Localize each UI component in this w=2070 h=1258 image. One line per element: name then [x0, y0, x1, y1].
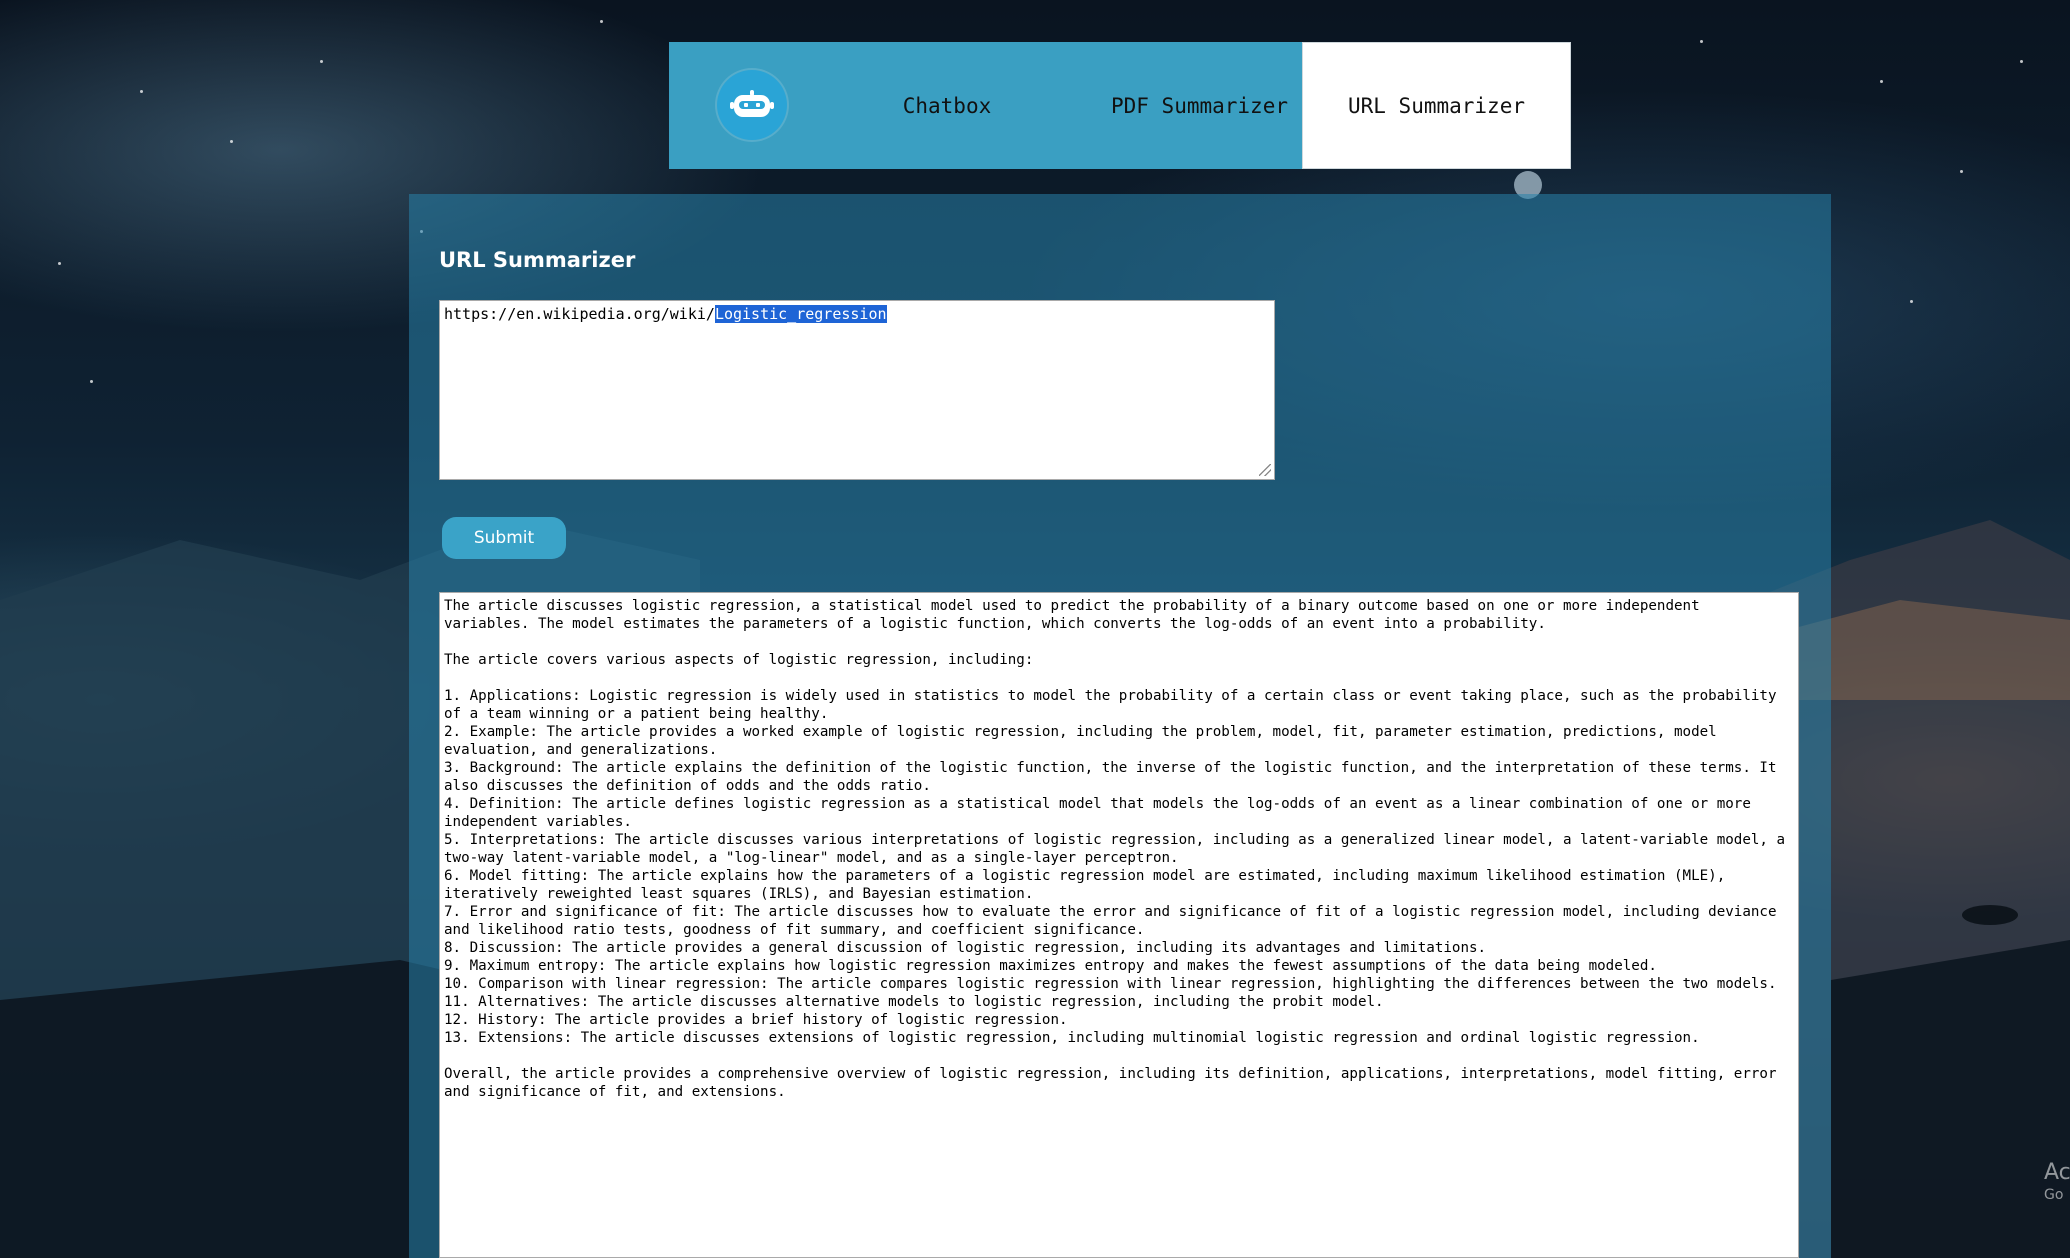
star	[140, 90, 143, 93]
star	[1700, 40, 1703, 43]
star	[230, 140, 233, 143]
url-summarizer-panel: URL Summarizer https://en.wikipedia.org/…	[409, 194, 1831, 1258]
tab-chatbox[interactable]: Chatbox	[857, 42, 1037, 169]
top-navbar: Chatbox PDF Summarizer URL Summarizer	[669, 42, 1571, 169]
url-input-selection: Logistic_regression	[714, 305, 887, 323]
robot-icon[interactable]	[717, 70, 787, 140]
watermark-line-1: Ac	[2044, 1162, 2070, 1185]
summary-output[interactable]: The article discusses logistic regressio…	[439, 592, 1799, 1258]
desktop-background: Chatbox PDF Summarizer URL Summarizer UR…	[0, 0, 2070, 1258]
star	[600, 20, 603, 23]
url-input-prefix: https://en.wikipedia.org/wiki/	[444, 305, 715, 323]
star	[1880, 80, 1883, 83]
url-input[interactable]: https://en.wikipedia.org/wiki/Logistic_r…	[439, 300, 1275, 480]
activation-watermark: Ac Go	[2044, 1162, 2070, 1206]
star	[58, 262, 61, 265]
tab-url-summarizer[interactable]: URL Summarizer	[1302, 42, 1571, 169]
star	[90, 380, 93, 383]
tab-pdf-summarizer[interactable]: PDF Summarizer	[1077, 42, 1322, 169]
star	[2020, 60, 2023, 63]
star	[1910, 300, 1913, 303]
star	[1960, 170, 1963, 173]
robot-glyph	[730, 90, 774, 117]
star	[320, 60, 323, 63]
resize-handle-icon[interactable]	[1259, 464, 1271, 476]
watermark-line-2: Go	[2044, 1187, 2064, 1203]
submit-button[interactable]: Submit	[442, 517, 566, 559]
page-title: URL Summarizer	[439, 248, 636, 272]
